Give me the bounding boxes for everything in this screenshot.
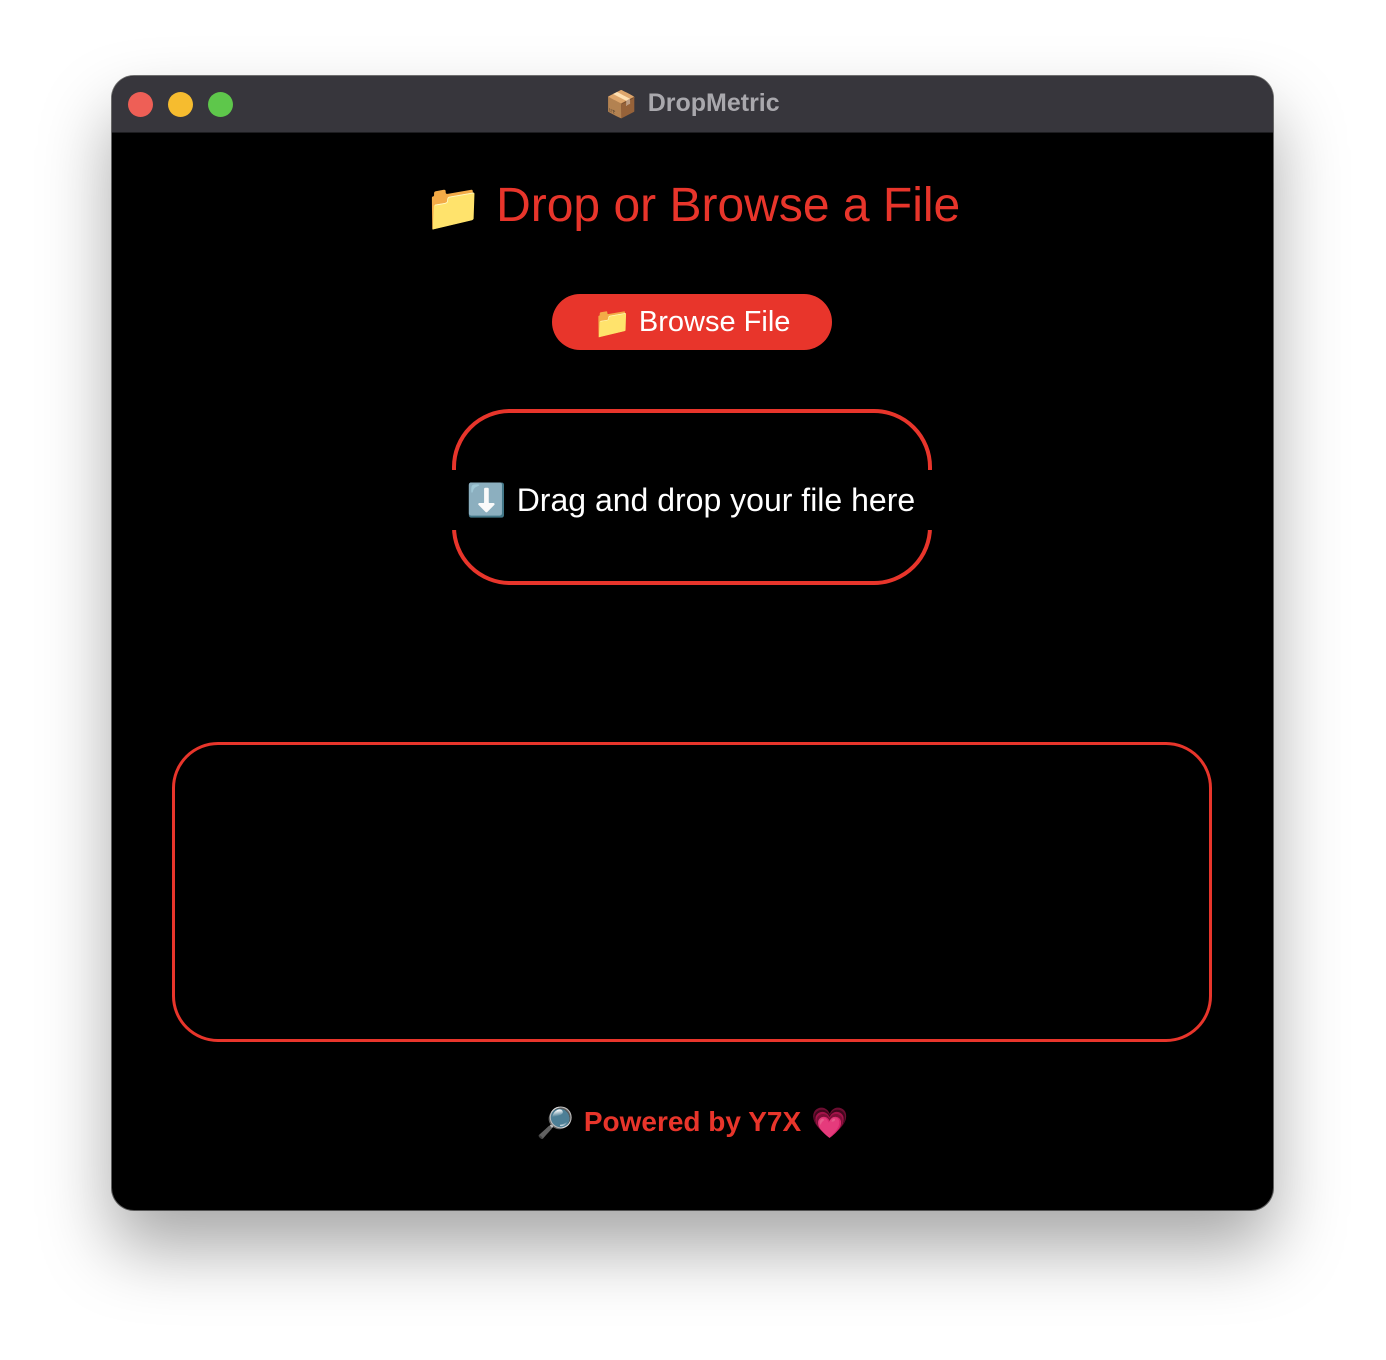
folder-icon: 📁 <box>593 307 631 340</box>
browse-file-label: Browse File <box>638 306 791 338</box>
window-title-text: DropMetric <box>647 89 780 117</box>
browse-file-button[interactable]: 📁 Browse File <box>552 294 832 350</box>
page-heading-text: Drop or Browse a File <box>496 179 961 232</box>
magnifier-icon: 🔎 <box>536 1107 574 1140</box>
title-bar: 📦 DropMetric <box>112 76 1273 133</box>
window-title: 📦 DropMetric <box>112 76 1273 132</box>
heart-icon: 💗 <box>811 1107 849 1140</box>
down-arrow-icon: ⬇️ <box>466 482 507 518</box>
drop-zone-label: ⬇️ Drag and drop your file here <box>448 470 934 530</box>
page-heading: 📁 Drop or Browse a File <box>112 176 1273 237</box>
app-window: 📦 DropMetric 📁 Drop or Browse a File 📁 Brow… <box>112 76 1273 1210</box>
footer: 🔎 Powered by Y7X 💗 <box>112 1101 1273 1145</box>
drop-zone-label-text: Drag and drop your file here <box>516 482 916 518</box>
results-panel <box>172 742 1212 1042</box>
footer-text: Powered by Y7X <box>583 1106 802 1137</box>
package-icon: 📦 <box>605 89 638 119</box>
folder-icon: 📁 <box>424 181 483 233</box>
